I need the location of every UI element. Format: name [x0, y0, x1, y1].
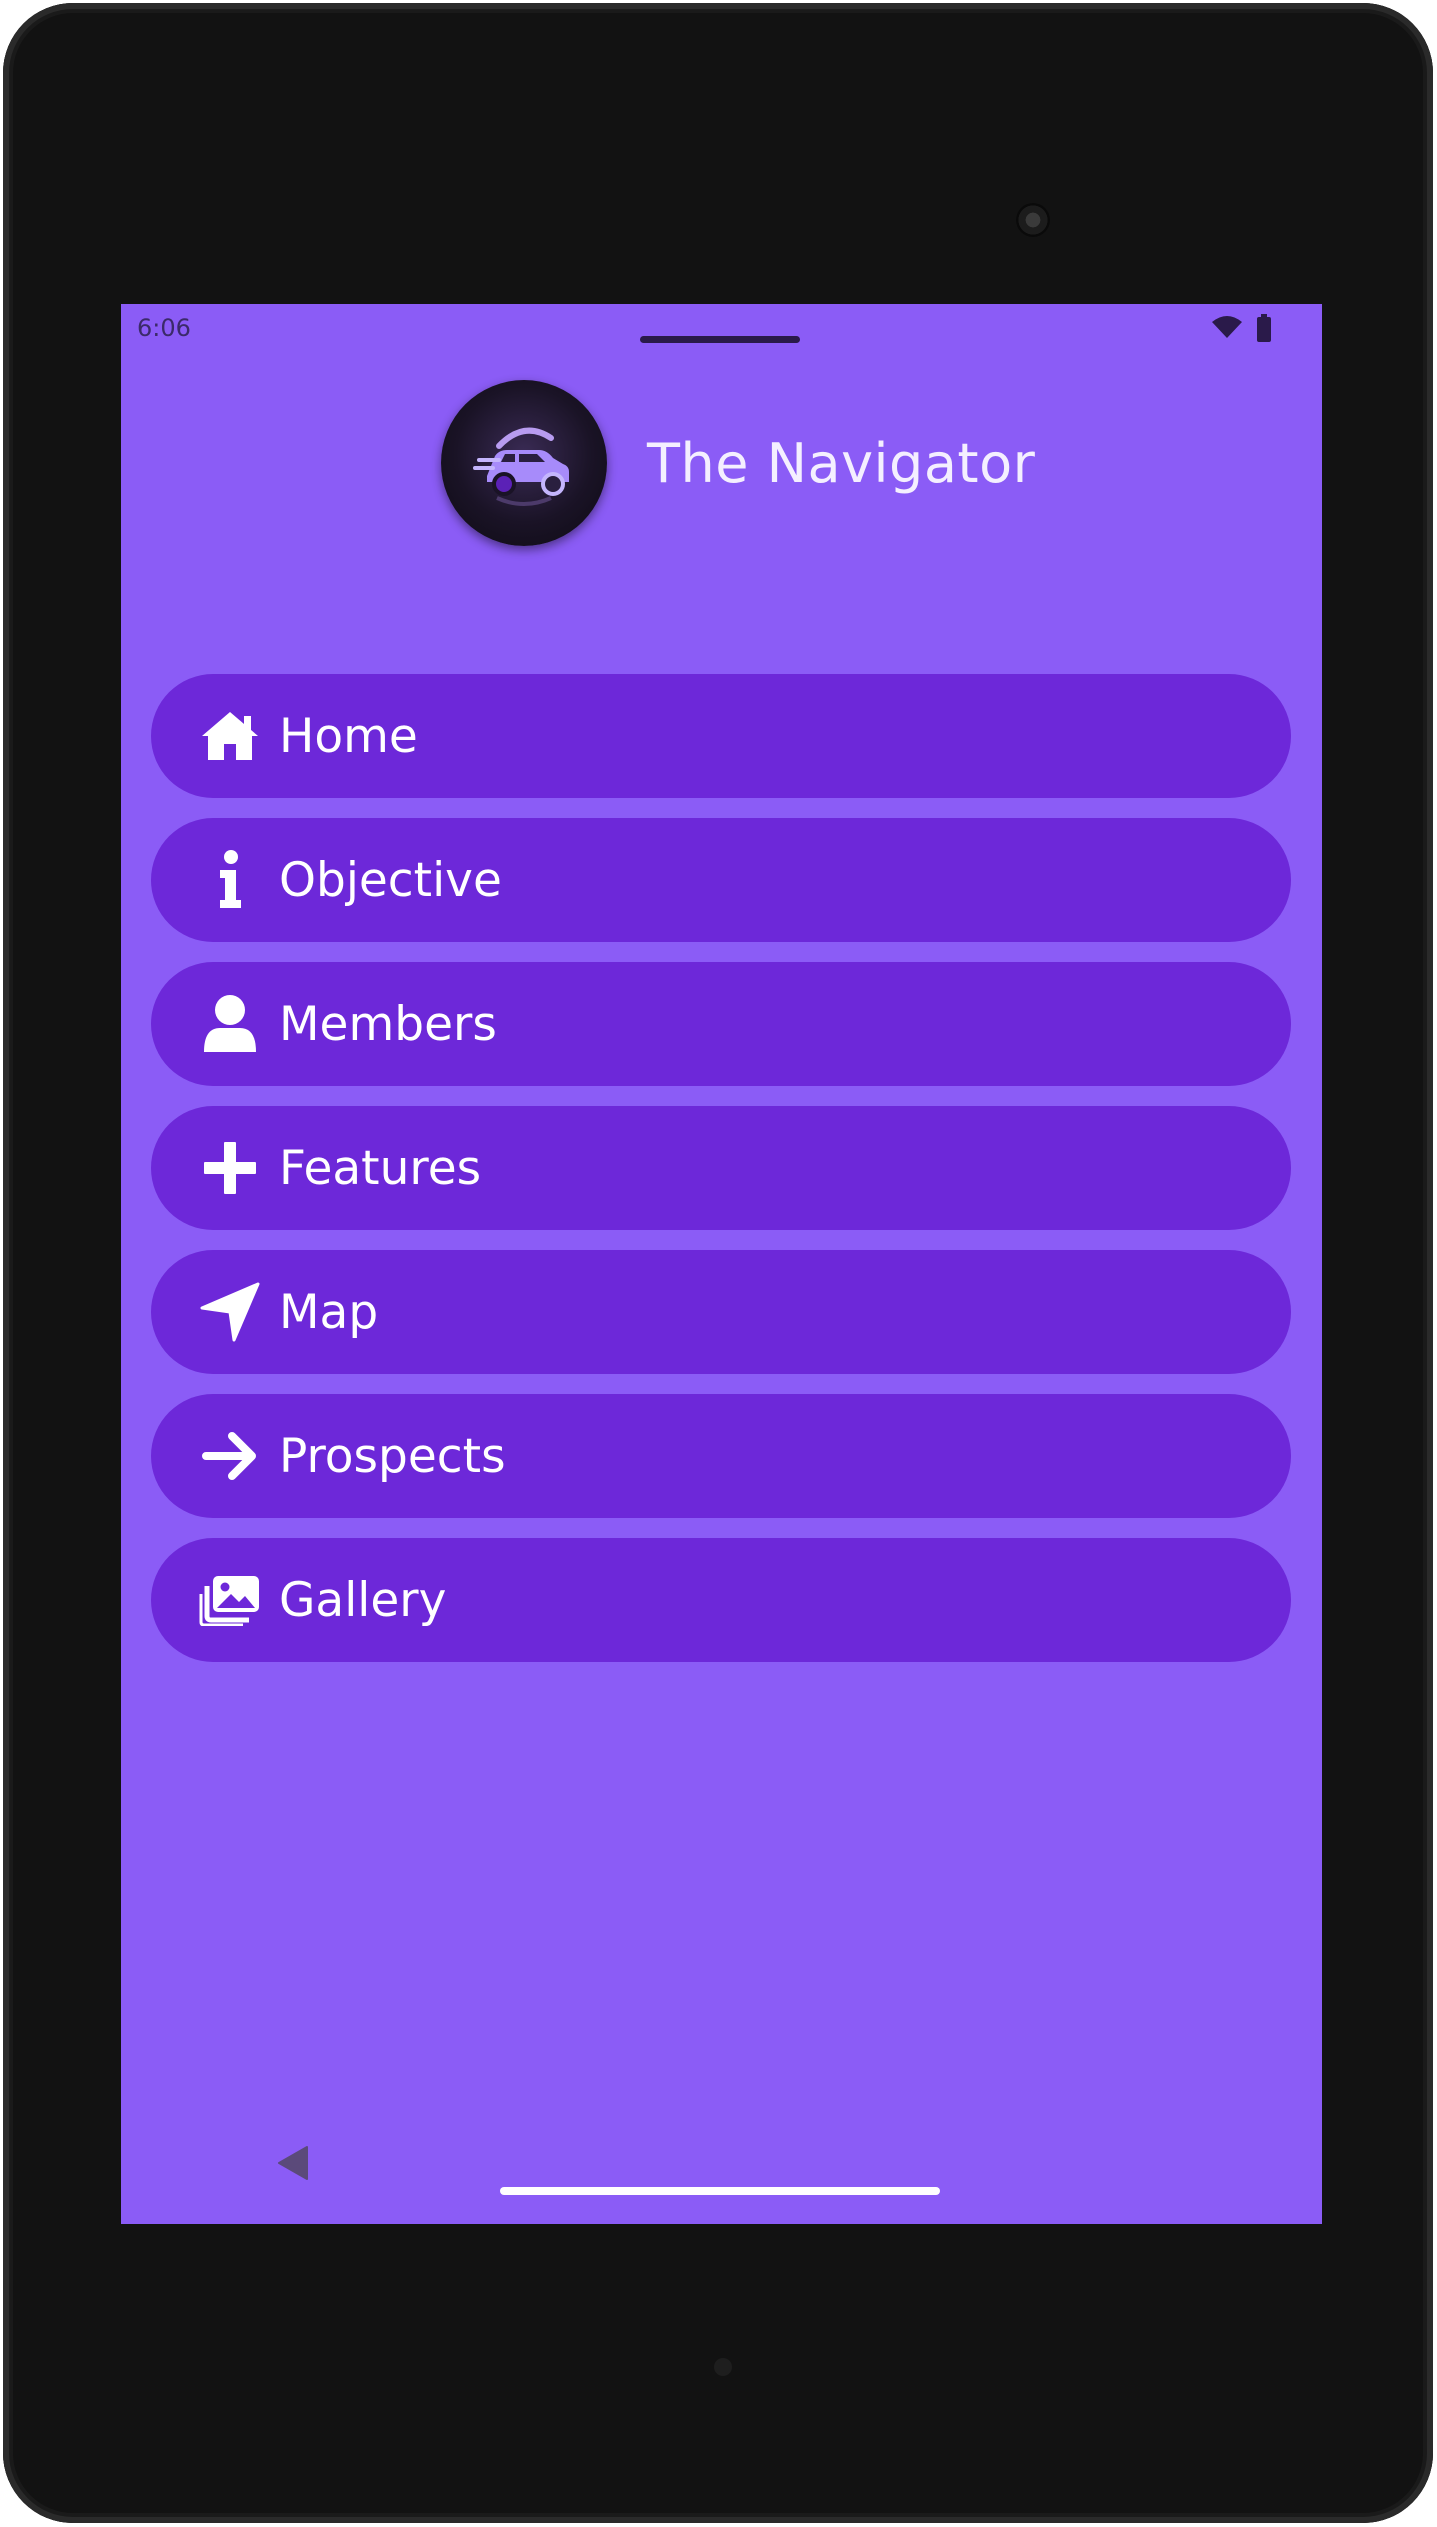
- menu-item-label: Gallery: [279, 1572, 447, 1628]
- user-icon: [199, 993, 261, 1055]
- front-camera: [1016, 203, 1050, 237]
- home-gesture-bar[interactable]: [500, 2187, 940, 2195]
- app-title: The Navigator: [647, 431, 1036, 495]
- menu-item-label: Home: [279, 708, 418, 764]
- info-icon: [199, 849, 261, 911]
- menu-item-label: Features: [279, 1140, 482, 1196]
- menu-item-label: Prospects: [279, 1428, 506, 1484]
- menu-item-features[interactable]: Features: [151, 1106, 1291, 1230]
- menu-item-map[interactable]: Map: [151, 1250, 1291, 1374]
- status-icons: [1212, 314, 1272, 346]
- menu-item-gallery[interactable]: Gallery: [151, 1538, 1291, 1662]
- menu-item-label: Map: [279, 1284, 379, 1340]
- navigation-menu: Home Objective Members Features Map Pros…: [151, 674, 1291, 1682]
- wifi-icon: [1212, 316, 1242, 344]
- tablet-device-frame: 6:06 The Navigator Home Objective Member…: [3, 3, 1433, 2523]
- plus-icon: [199, 1137, 261, 1199]
- images-icon: [199, 1569, 261, 1631]
- status-bar-handle: [640, 336, 800, 343]
- menu-item-label: Objective: [279, 852, 502, 908]
- arrow-right-icon: [199, 1425, 261, 1487]
- menu-item-home[interactable]: Home: [151, 674, 1291, 798]
- app-header: The Navigator: [441, 380, 1035, 546]
- status-time: 6:06: [137, 314, 191, 342]
- car-logo-icon: [441, 380, 607, 546]
- menu-item-label: Members: [279, 996, 497, 1052]
- menu-item-prospects[interactable]: Prospects: [151, 1394, 1291, 1518]
- home-icon: [199, 705, 261, 767]
- device-sensor: [714, 2358, 732, 2376]
- menu-item-members[interactable]: Members: [151, 962, 1291, 1086]
- app-screen: 6:06 The Navigator Home Objective Member…: [121, 304, 1322, 2224]
- menu-item-objective[interactable]: Objective: [151, 818, 1291, 942]
- battery-icon: [1256, 314, 1272, 346]
- location-arrow-icon: [199, 1281, 261, 1343]
- back-icon[interactable]: [277, 2145, 309, 2185]
